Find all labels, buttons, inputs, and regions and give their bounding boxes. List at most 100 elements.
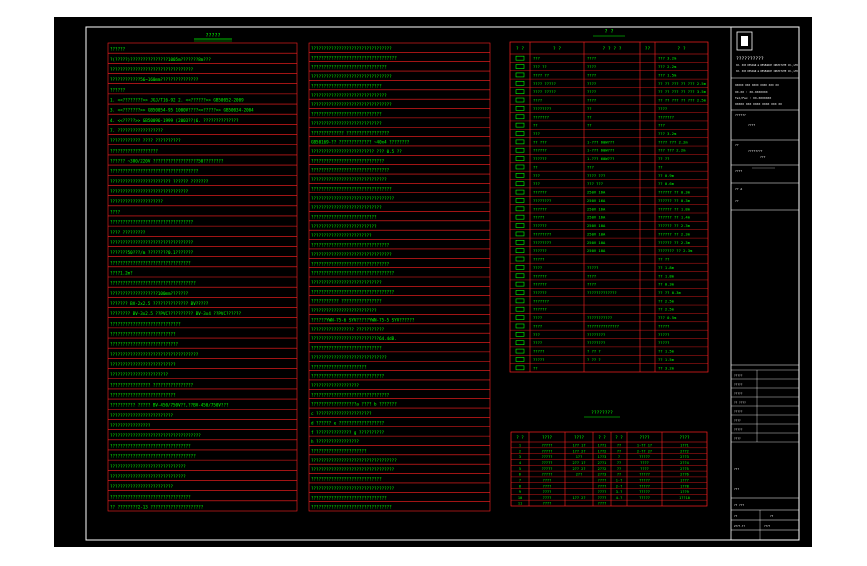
notes-col1-line: ????????????????????????????????: [110, 443, 191, 448]
notes-col1-line: ????????????????????????????????: [110, 494, 191, 499]
revision-label: ?? A: [735, 187, 742, 191]
legend-remark-cell: ?? 0.3m: [658, 282, 675, 287]
legend-name-cell: ??????: [533, 156, 547, 161]
notes-col2-line: ???????????????????: [311, 383, 359, 388]
legend-remark-cell: ?? 1.8m: [658, 265, 675, 270]
legend-remark-cell: ?? 1.5m: [658, 349, 675, 354]
schedule-cell: 1-?? 1?: [637, 444, 652, 448]
schedule-cell: 1??8: [680, 484, 689, 488]
schedule-cell: 1??3: [598, 455, 607, 459]
notes-col1-line: ??????????????????????????: [110, 393, 176, 398]
schedule-header-cell: ????: [639, 435, 650, 440]
schedule-cell: 1??10: [679, 496, 690, 500]
notes-col2-line: d ?????? e ??????????????????: [311, 420, 385, 425]
drawing-viewer: ??????????? ?(?????)???????????????1005m?…: [0, 0, 867, 562]
schedule-cell: 2: [519, 449, 521, 453]
institute-name-en: XX. XXX DESIGN & RESEARCH INSTITUTE CO.,…: [736, 64, 798, 67]
legend-remark-cell: ??? 1.5m: [658, 72, 677, 77]
legend-spec-cell: 250V 10A: [587, 240, 606, 245]
legend-name-cell: ??????: [533, 190, 547, 195]
legend-remark-cell: ???: [658, 123, 665, 128]
notes-col2-line: ?????????????????????????????????: [311, 271, 395, 276]
notes-col1-line: ?????????????????????????: [110, 413, 174, 418]
legend-name-cell: ???: [533, 173, 540, 178]
notes-col1-line: ??????: [110, 47, 126, 52]
legend-name-cell: ???????: [533, 114, 549, 119]
notes-col2-line: ??????????????????????????: [311, 308, 377, 313]
schedule-cell: ??: [617, 444, 621, 448]
legend-name-cell: ????????: [533, 198, 551, 203]
legend-name-cell: ??????: [533, 282, 547, 287]
notes-col2-line: ???????????????????????????64.4dB.: [311, 336, 397, 341]
legend-spec-cell: ? ?? ?: [587, 357, 601, 362]
legend-remark-cell: ?? 2.5m: [658, 298, 675, 303]
notes-col1-line: ??????????????????????????: [110, 362, 176, 367]
legend-remark-cell: ?????? ?? 1.8m: [658, 206, 691, 211]
notes-col1-line: ????????????????: [110, 423, 151, 428]
schedule-cell: 2?? 2?: [573, 467, 586, 471]
schedule-cell: 10: [518, 496, 522, 500]
notes-col1-line: 4. <<?????>> GB50096-1999 (2003??)6. ???…: [110, 118, 239, 123]
notes-col1-line: ?????????????????????????????????: [110, 240, 194, 245]
notes-col2-line: ????????????????????????? ??? 0.5 ??: [311, 149, 402, 154]
legend-spec-cell: 250V 10A: [587, 223, 606, 228]
notes-col1-line: ?????? ~380/220V ??????????????????50???…: [110, 159, 224, 164]
notes-col2-line: ??????????????????????????????: [311, 65, 387, 70]
notes-col1-line: ???????? BV-3x2.5 ??PVC?????????? BV-3x4…: [110, 311, 242, 316]
notes-col1-line: ???????????????????: [110, 148, 158, 153]
legend-remark-cell: ?? ?? ??? ?? ??? 2.5m: [658, 81, 707, 86]
notes-col2-line: ???????????????????????????????: [311, 261, 390, 266]
legend-spec-cell: ??? ???: [587, 181, 603, 186]
legend-name-cell: ????????: [533, 231, 551, 236]
legend-remark-cell: ??? 3.2m: [658, 131, 677, 136]
legend-spec-cell: 250V 10A: [587, 231, 606, 236]
notes-col2-line: ??????????????????????????????????: [311, 55, 397, 60]
legend-remark-cell: ?? 0.6m: [658, 181, 675, 186]
sign-row-label: ?? ????: [734, 401, 746, 405]
notes-col1-line: ???????????????????100mm???????: [110, 291, 189, 296]
schedule-cell: 2-?? 2?: [637, 449, 652, 453]
drawing-label: ????: [735, 169, 742, 173]
schedule-cell: ????: [598, 496, 607, 500]
legend-remark-cell: ??: [658, 164, 663, 169]
phone-number: Tel/Fax : XX-XXXXXXX: [735, 96, 771, 100]
notes-col2-line: ????????????????????????: [311, 233, 372, 238]
notes-col1-line: ???????????????????????? ?????? ???????: [110, 179, 209, 184]
schedule-header-cell: ? ?: [516, 435, 524, 440]
legend-name-cell: ????: [533, 265, 542, 270]
legend-spec-cell: ?????????????: [587, 290, 617, 295]
legend-name-cell: ???? ??: [533, 72, 549, 77]
notes-col2-line: GB50169-?? ????????????? ~40x4 ????????: [311, 140, 410, 145]
schedule-cell: 7: [519, 478, 521, 482]
notes-col2-line: ?????????????????????????????: [311, 158, 385, 163]
schedule-cell: ????: [640, 461, 649, 465]
notes-col2-line: ????????????????????????????: [311, 121, 382, 126]
legend-name-cell: ???? ?????: [533, 89, 556, 94]
legend-remark-cell: ?????: [658, 340, 669, 345]
legend-spec-cell: ????: [587, 89, 596, 94]
legend-name-cell: ??????: [533, 206, 547, 211]
schedule-cell: 1??9: [680, 490, 689, 494]
schedule-cell: 1??1: [598, 444, 607, 448]
schedule-cell: 3: [519, 455, 521, 459]
sign-row-label: ?????: [734, 428, 743, 432]
notes-col1-line: ????????????????????????????: [110, 321, 181, 326]
notes-col1-line: ???????????? ???? ??????????: [110, 138, 181, 143]
schedule-cell: ?????: [542, 473, 553, 477]
notes-col2-line: h ?????????????????: [311, 439, 359, 444]
notes-col2-line: c ??????????????????????: [311, 411, 372, 416]
legend-name-cell: ??????: [533, 148, 547, 153]
legend-remark-cell: ?? ?? ??? ?? ??? 2.5m: [658, 98, 707, 103]
legend-remark-cell: ?? ?? 0.3m: [658, 290, 682, 295]
notes-col2-line: ?????????????????????????????????: [311, 467, 395, 472]
institute-name: ??????????: [736, 56, 764, 62]
notes-col2-line: ????????????????????????????????: [311, 252, 392, 257]
notes-col1-line: ???????????????????????????????????: [110, 352, 199, 357]
drawing-name: ???: [760, 155, 766, 159]
schedule-cell: 4-?: [616, 496, 623, 500]
legend-spec-cell: 1-??? 60W???: [587, 148, 614, 153]
schedule-cell: ????: [543, 502, 552, 506]
legend-remark-cell: ?????: [658, 323, 669, 328]
scale-label: ???: [734, 487, 739, 491]
legend-spec-cell: ???? ???: [587, 173, 605, 178]
